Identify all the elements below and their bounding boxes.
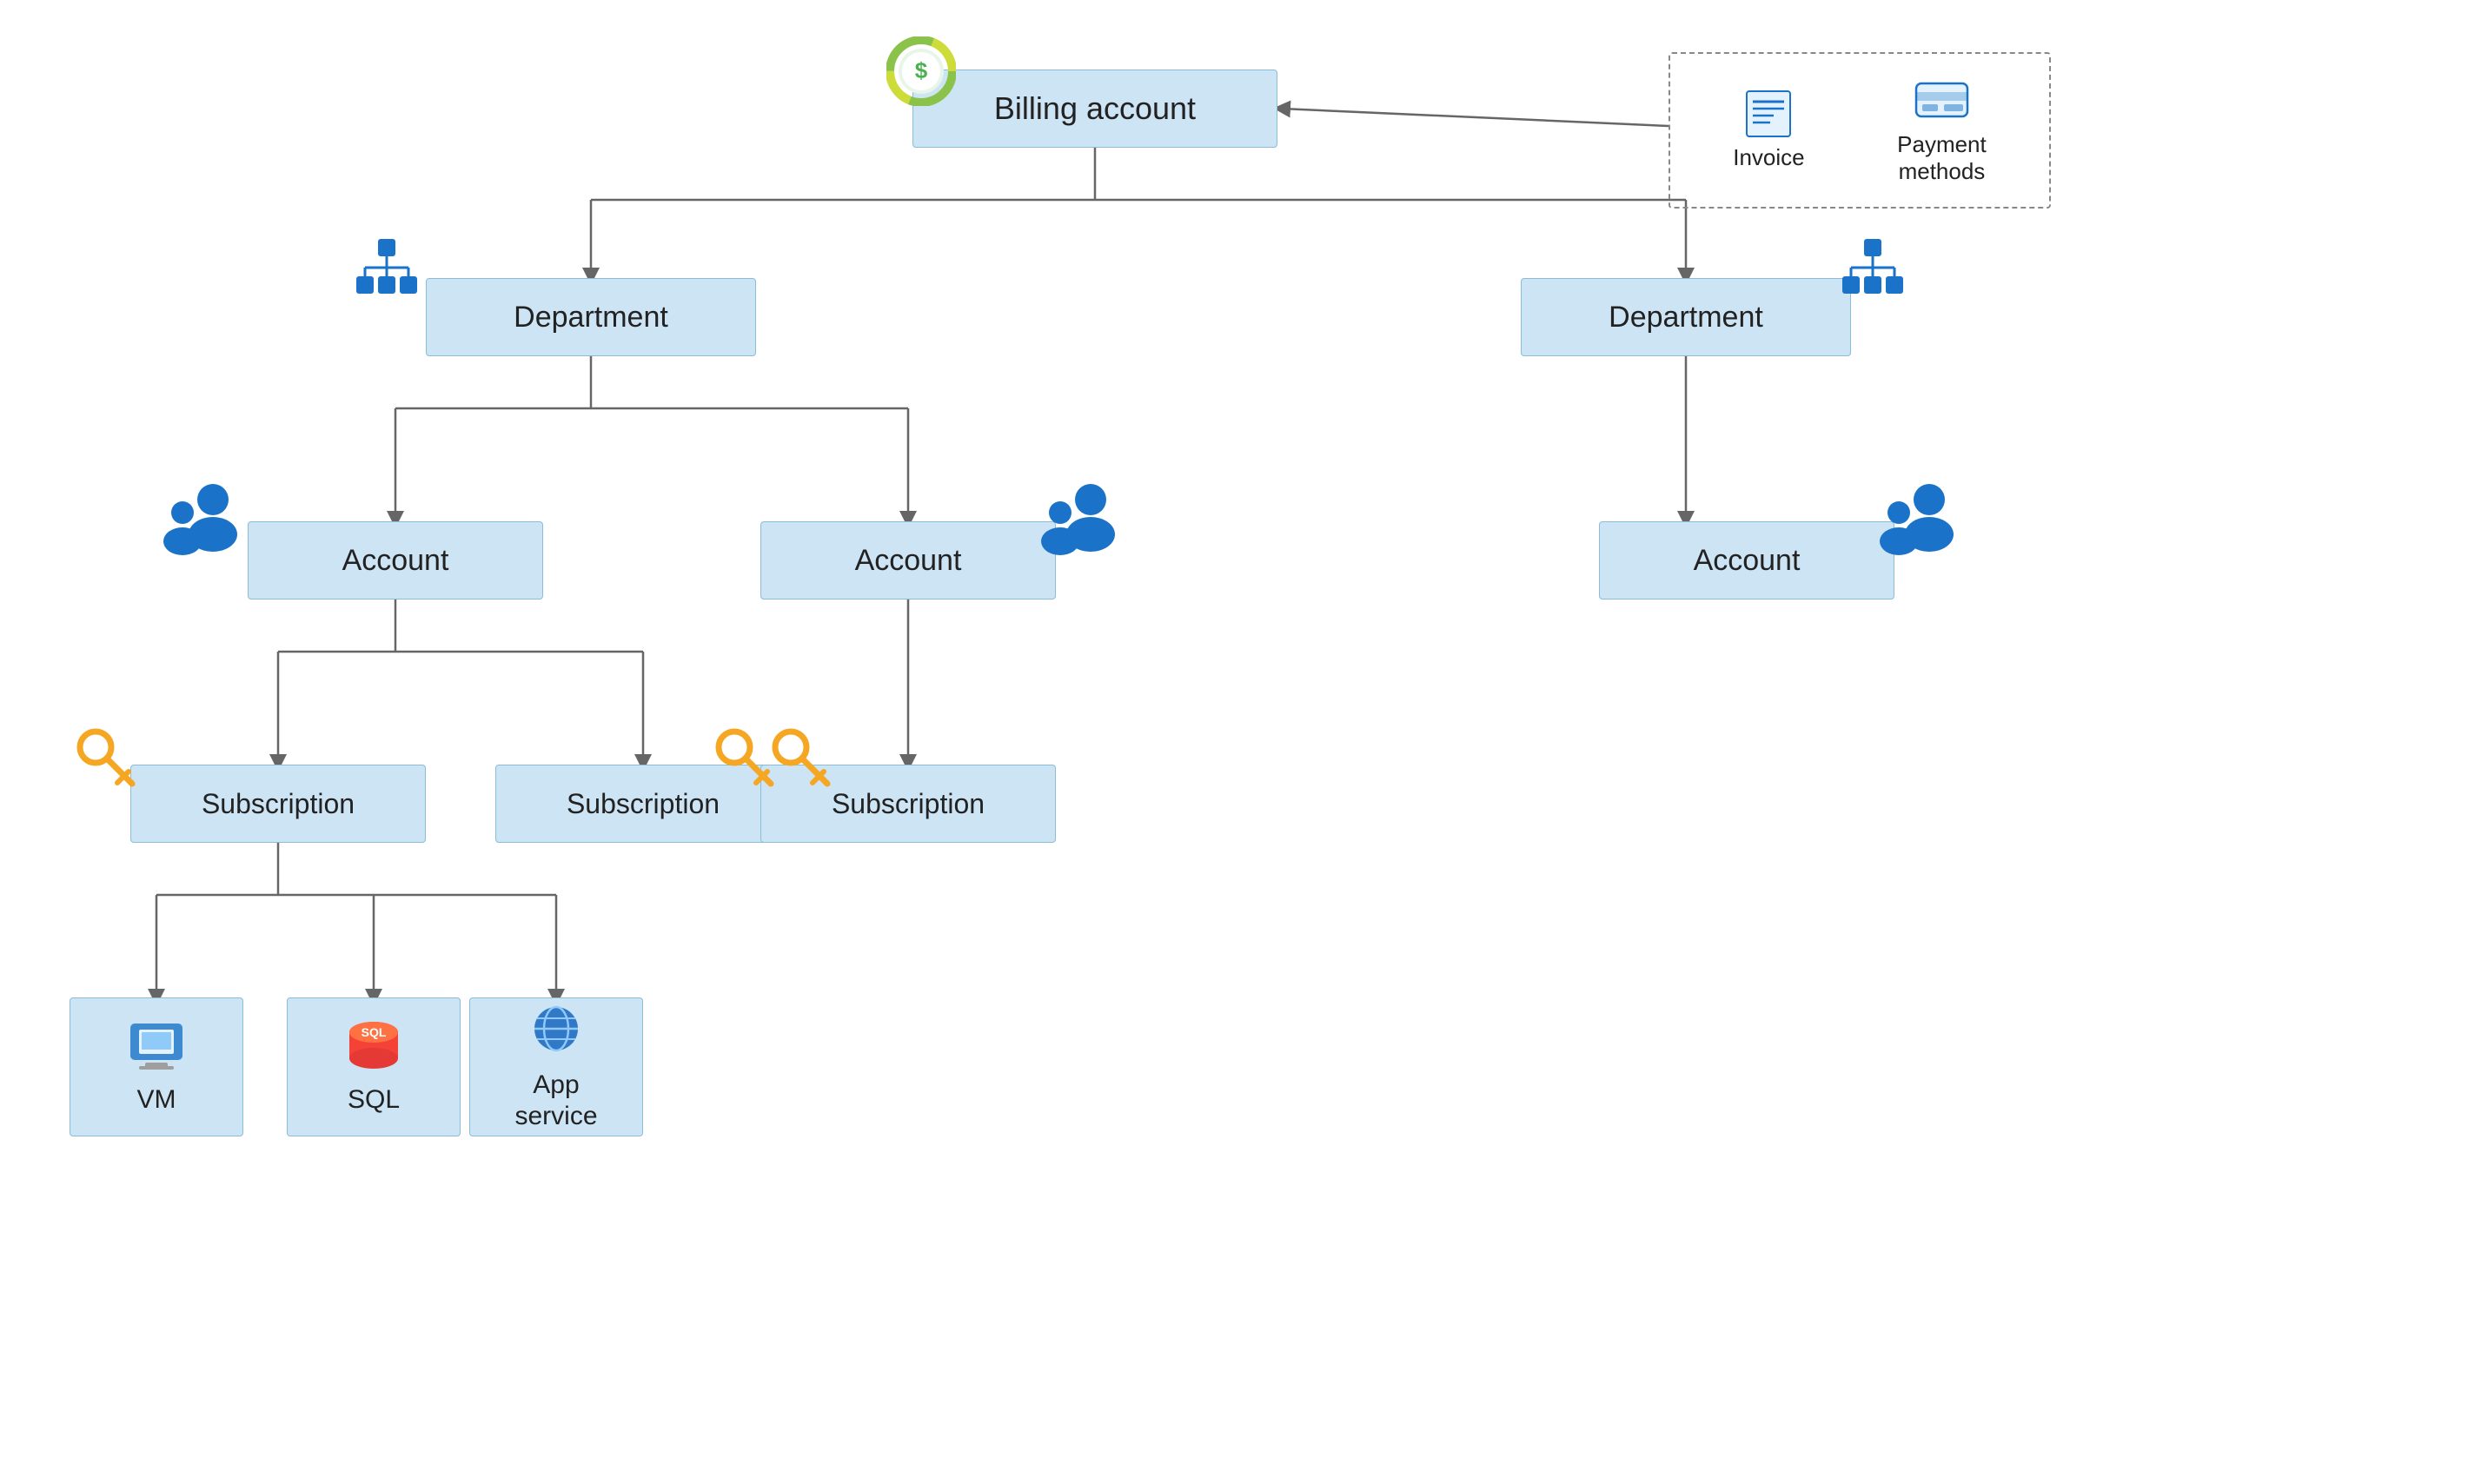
account3-icon bbox=[1868, 482, 1964, 569]
subscription3-label: Subscription bbox=[832, 788, 985, 820]
invoice-item: Invoice bbox=[1733, 89, 1804, 171]
svg-text:SQL: SQL bbox=[362, 1025, 387, 1039]
department2-box: Department bbox=[1521, 278, 1851, 356]
department1-label: Department bbox=[514, 301, 668, 335]
dept1-icon bbox=[348, 235, 426, 313]
subscription2-label: Subscription bbox=[567, 788, 720, 820]
sub1-key-icon bbox=[70, 721, 139, 791]
appservice-label: App service bbox=[514, 1070, 597, 1132]
account2-box: Account bbox=[760, 521, 1056, 600]
connector-lines bbox=[0, 0, 2468, 1484]
account3-label: Account bbox=[1694, 544, 1801, 578]
invoice-icon bbox=[1742, 89, 1795, 137]
dept2-icon bbox=[1834, 235, 1912, 313]
account3-box: Account bbox=[1599, 521, 1894, 600]
payment-icon bbox=[1914, 76, 1970, 124]
invoice-label: Invoice bbox=[1733, 144, 1804, 171]
sql-label: SQL bbox=[348, 1085, 400, 1115]
billing-account-label: Billing account bbox=[994, 90, 1196, 127]
department1-box: Department bbox=[426, 278, 756, 356]
payment-label: Paymentmethods bbox=[1897, 131, 1987, 185]
account1-icon bbox=[152, 482, 248, 569]
payment-item: Paymentmethods bbox=[1897, 76, 1987, 185]
account1-label: Account bbox=[342, 544, 449, 578]
sql-icon: SQL bbox=[343, 1019, 404, 1078]
appservice-box: App service bbox=[469, 997, 643, 1136]
subscription1-label: Subscription bbox=[202, 788, 355, 820]
vm-icon bbox=[126, 1019, 187, 1078]
sub3-key-icon bbox=[708, 721, 778, 791]
account2-icon bbox=[1030, 482, 1125, 569]
invoice-payment-box: Invoice Paymentmethods bbox=[1669, 52, 2051, 209]
billing-icon: $ bbox=[886, 36, 956, 106]
department2-label: Department bbox=[1609, 301, 1763, 335]
appservice-icon bbox=[526, 1003, 587, 1063]
vm-box: VM bbox=[70, 997, 243, 1136]
sql-box: SQL SQL bbox=[287, 997, 461, 1136]
account2-label: Account bbox=[855, 544, 962, 578]
svg-text:$: $ bbox=[915, 57, 928, 83]
account1-box: Account bbox=[248, 521, 543, 600]
diagram: Billing account $ Department bbox=[0, 0, 2468, 1484]
vm-label: VM bbox=[137, 1085, 176, 1115]
subscription1-box: Subscription bbox=[130, 765, 426, 843]
billing-account-box: Billing account bbox=[912, 70, 1277, 148]
